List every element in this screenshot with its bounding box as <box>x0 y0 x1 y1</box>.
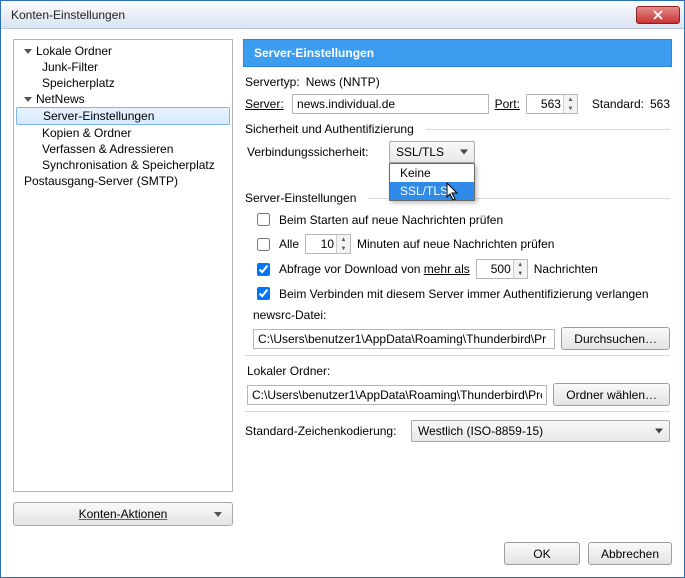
tree-label: Speicherplatz <box>42 76 115 90</box>
local-folder-label: Lokaler Ordner: <box>247 364 330 378</box>
titlebar: Konten-Einstellungen <box>1 1 684 29</box>
tree-label: Synchronisation & Speicherplatz <box>42 158 215 172</box>
tree-label: Postausgang-Server (SMTP) <box>24 174 178 188</box>
always-auth-label: Beim Verbinden mit diesem Server immer A… <box>279 287 649 301</box>
download-count-spinner[interactable]: ▲▼ <box>513 260 527 278</box>
encoding-combo[interactable]: Westlich (ISO-8859-15) <box>411 420 670 442</box>
always-auth-checkbox[interactable] <box>257 287 270 300</box>
tree-item-compose[interactable]: Verfassen & Adressieren <box>14 141 232 157</box>
abfrage-suffix-label: Nachrichten <box>534 262 598 276</box>
abfrage-prefix-label: Abfrage vor Download von mehr als <box>279 262 470 276</box>
check-on-start-checkbox[interactable] <box>257 213 270 226</box>
newsrc-label: newsrc-Datei: <box>253 308 326 322</box>
divider <box>245 355 670 356</box>
tree-label: Kopien & Ordner <box>42 126 131 140</box>
query-before-download-checkbox[interactable] <box>257 263 270 276</box>
servertype-label: Servertyp: <box>245 75 300 89</box>
chevron-down-icon <box>214 512 222 517</box>
port-label: Port: <box>495 97 520 111</box>
panel-title: Server-Einstellungen <box>243 39 672 67</box>
servertype-value: News (NNTP) <box>306 75 380 89</box>
tree-item-server-settings[interactable]: Server-Einstellungen <box>16 107 230 125</box>
tree-item-junk[interactable]: Junk-Filter <box>14 59 232 75</box>
caret-down-icon <box>24 97 32 102</box>
tree-label: Verfassen & Adressieren <box>42 142 173 156</box>
chevron-down-icon <box>460 150 468 155</box>
divider <box>426 129 670 130</box>
dialog-footer: OK Abbrechen <box>1 534 684 577</box>
browse-newsrc-button[interactable]: Durchsuchen… <box>561 327 670 350</box>
ok-button[interactable]: OK <box>504 542 580 565</box>
server-input[interactable] <box>292 94 489 114</box>
check-interval-checkbox[interactable] <box>257 238 270 251</box>
tree-item-netnews[interactable]: NetNews <box>14 91 232 107</box>
panel-body: Servertyp: News (NNTP) Server: Port: ▲▼ … <box>243 67 672 526</box>
account-actions-label: Konten-Aktionen <box>79 507 168 521</box>
dropdown-option-ssltls[interactable]: SSL/TLS <box>390 182 474 200</box>
newsrc-path-input[interactable] <box>253 329 555 349</box>
tree-item-outgoing[interactable]: Postausgang-Server (SMTP) <box>14 173 232 189</box>
tree-label: NetNews <box>36 92 85 106</box>
tree-item-local-folders[interactable]: Lokale Ordner <box>14 43 232 59</box>
account-actions-button[interactable]: Konten-Aktionen <box>13 502 233 526</box>
local-folder-input[interactable] <box>247 385 547 405</box>
default-port-label: Standard: <box>592 97 644 111</box>
alle-suffix-label: Minuten auf neue Nachrichten prüfen <box>357 237 554 251</box>
connection-security-dropdown: Keine SSL/TLS <box>389 163 475 201</box>
cancel-button[interactable]: Abbrechen <box>588 542 672 565</box>
tree-item-copies[interactable]: Kopien & Ordner <box>14 125 232 141</box>
content-area: Lokale Ordner Junk-Filter Speicherplatz … <box>1 29 684 534</box>
cursor-icon <box>446 182 460 202</box>
dropdown-option-keine[interactable]: Keine <box>390 164 474 182</box>
divider <box>245 411 670 412</box>
tree-label: Lokale Ordner <box>36 44 112 58</box>
alle-label: Alle <box>279 237 299 251</box>
account-tree[interactable]: Lokale Ordner Junk-Filter Speicherplatz … <box>13 39 233 492</box>
chevron-down-icon <box>655 429 663 434</box>
check-on-start-label: Beim Starten auf neue Nachrichten prüfen <box>279 213 503 227</box>
connection-security-label: Verbindungssicherheit: <box>247 145 383 159</box>
tree-label: Server-Einstellungen <box>43 109 154 123</box>
window-title: Konten-Einstellungen <box>11 8 636 22</box>
account-settings-window: Konten-Einstellungen Lokale Ordner Junk-… <box>0 0 685 578</box>
security-section-label: Sicherheit und Authentifizierung <box>245 122 414 136</box>
tree-label: Junk-Filter <box>42 60 98 74</box>
close-button[interactable] <box>636 6 680 24</box>
combo-value: SSL/TLS <box>396 145 444 159</box>
combo-value: Westlich (ISO-8859-15) <box>418 424 543 438</box>
settings-panel: Server-Einstellungen Servertyp: News (NN… <box>243 39 672 526</box>
choose-folder-button[interactable]: Ordner wählen… <box>553 383 670 406</box>
server-settings-section-label: Server-Einstellungen <box>245 191 356 205</box>
sidebar: Lokale Ordner Junk-Filter Speicherplatz … <box>13 39 233 526</box>
default-port-value: 563 <box>650 97 670 111</box>
encoding-label: Standard-Zeichenkodierung: <box>245 424 405 438</box>
server-label: Server: <box>245 97 286 111</box>
caret-down-icon <box>24 49 32 54</box>
port-spinner[interactable]: ▲▼ <box>563 95 577 113</box>
connection-security-combo[interactable]: SSL/TLS <box>389 141 475 163</box>
tree-item-disk[interactable]: Speicherplatz <box>14 75 232 91</box>
interval-spinner[interactable]: ▲▼ <box>336 235 350 253</box>
tree-item-sync[interactable]: Synchronisation & Speicherplatz <box>14 157 232 173</box>
close-icon <box>653 10 663 20</box>
